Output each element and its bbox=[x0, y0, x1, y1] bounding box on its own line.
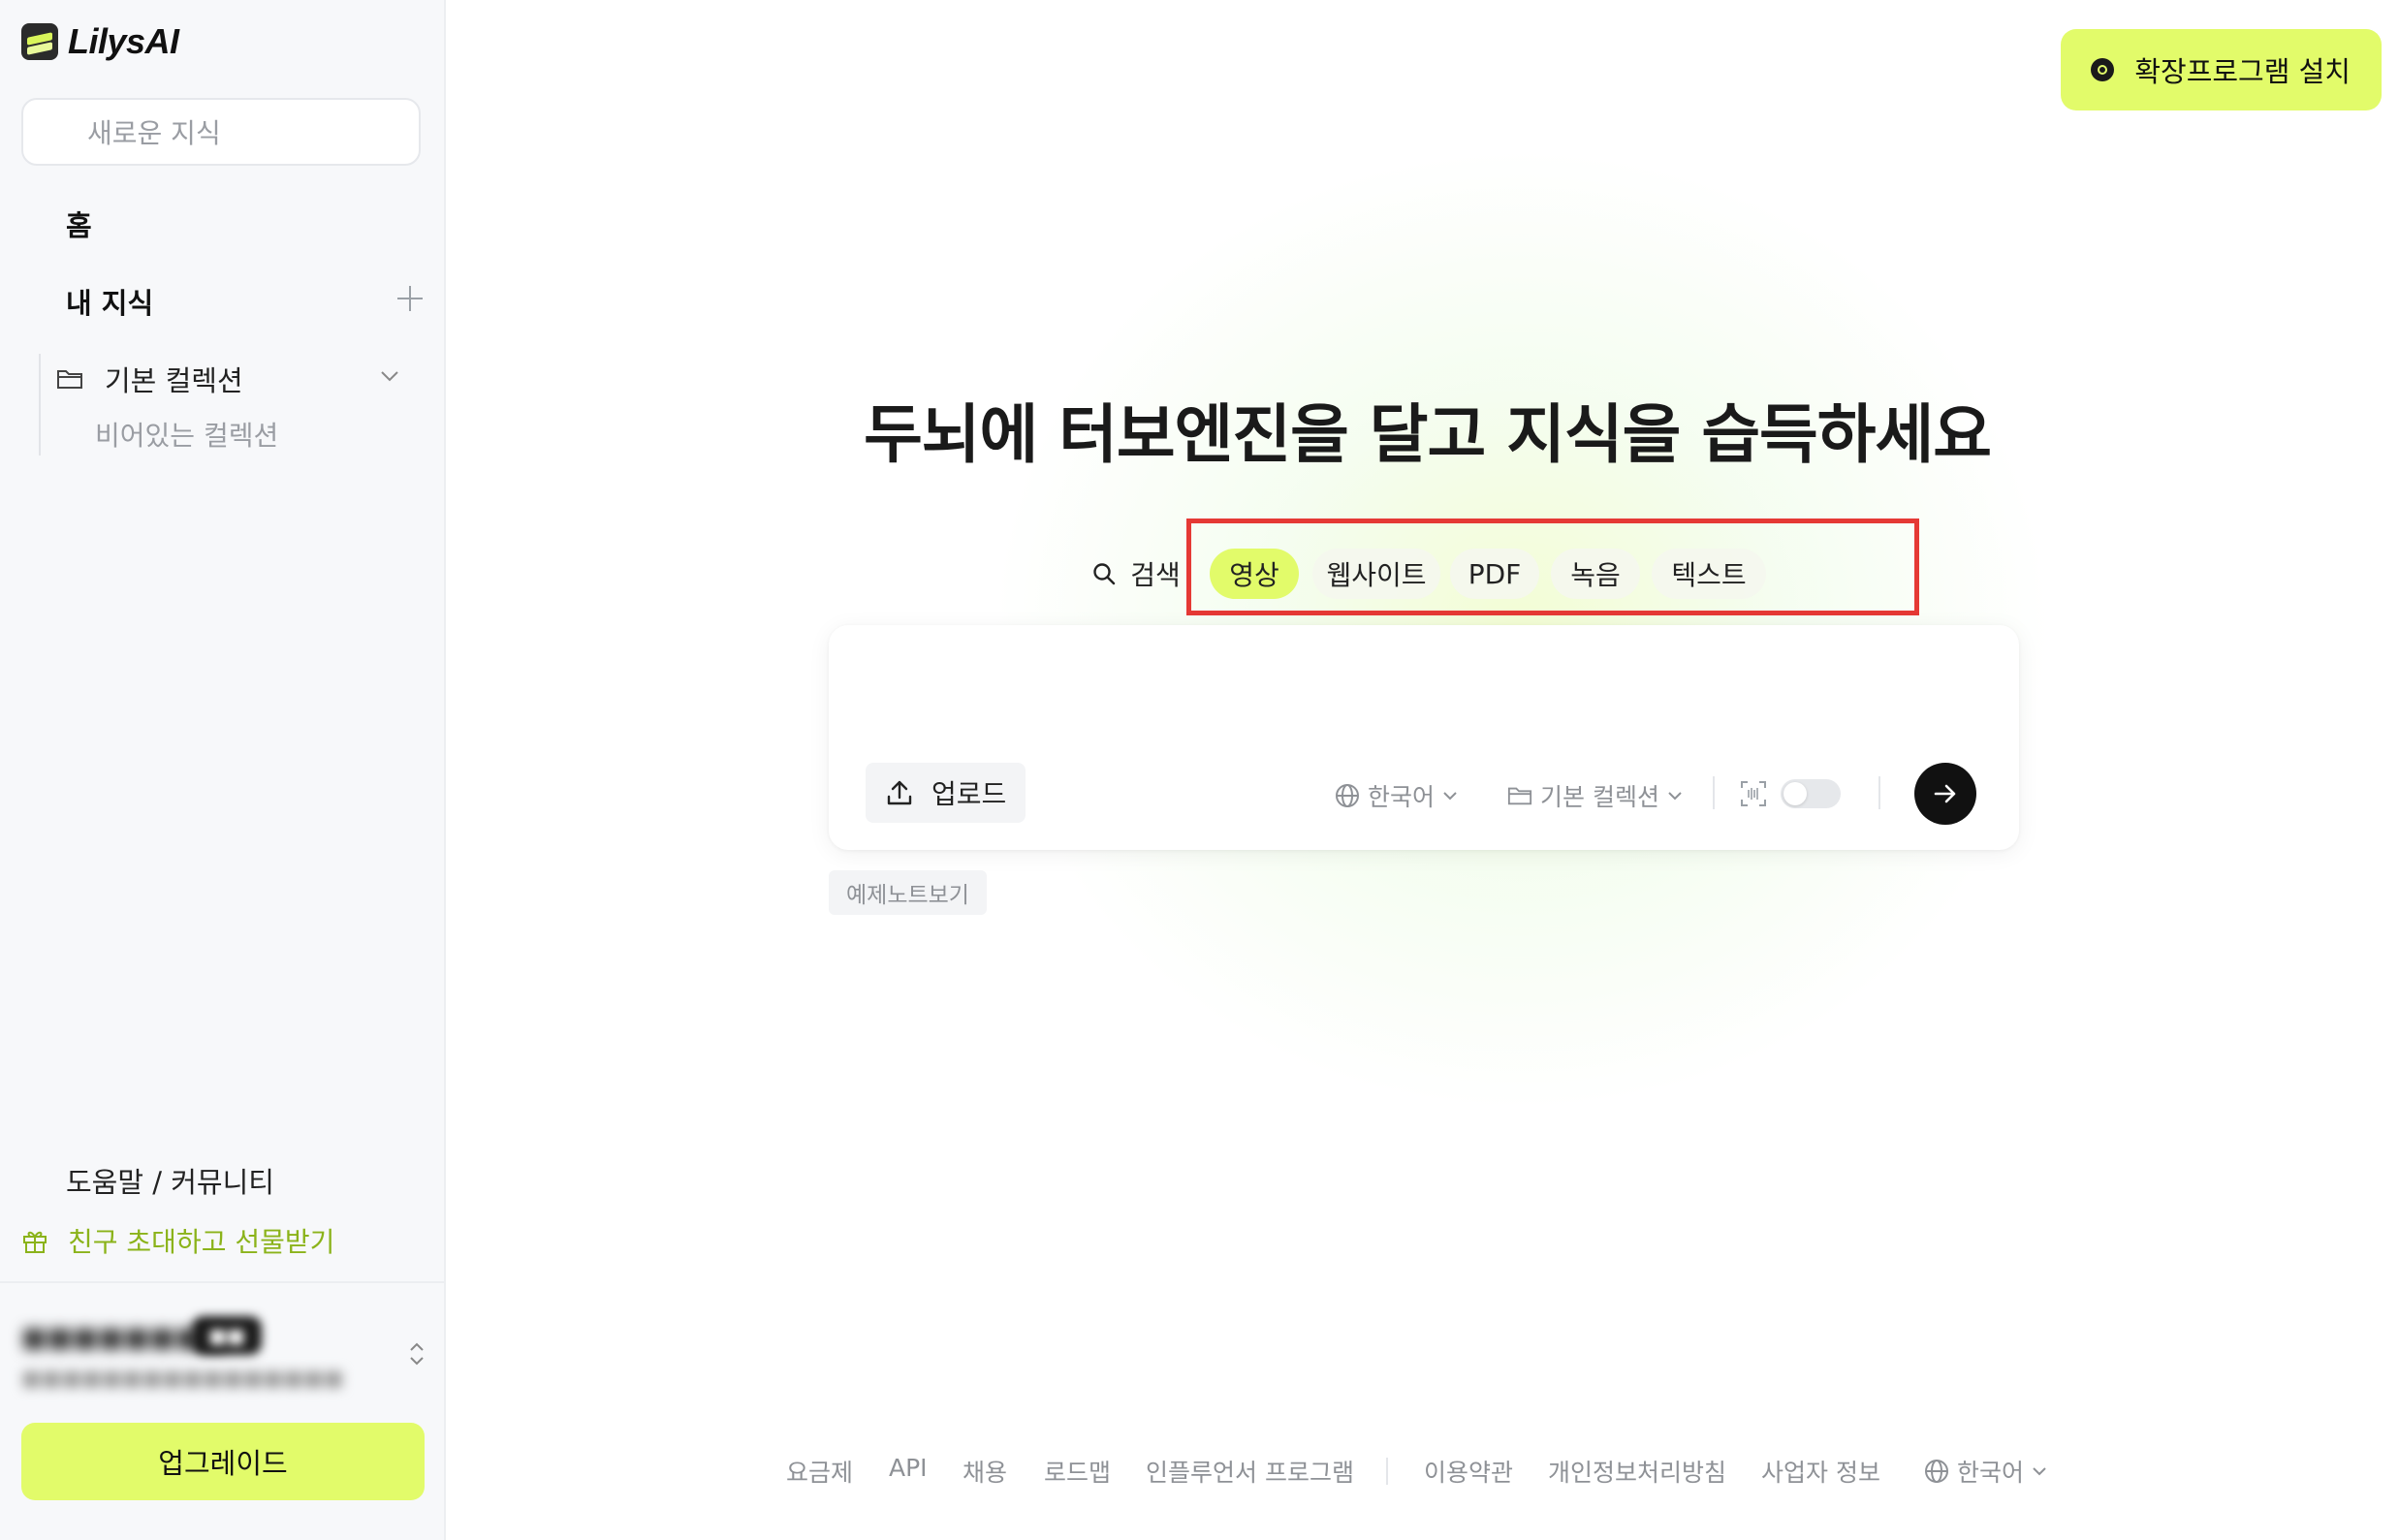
install-extension-label: 확장프로그램 설치 bbox=[2134, 55, 2351, 88]
language-label: 한국어 bbox=[1368, 783, 1436, 811]
folder-icon bbox=[1507, 787, 1532, 805]
footer-influencer-link[interactable]: 인플루언서 프로그램 bbox=[1146, 1454, 1354, 1489]
language-select[interactable]: 한국어 bbox=[1335, 778, 1458, 813]
footer-separator bbox=[1386, 1458, 1388, 1485]
search-icon bbox=[1093, 563, 1116, 585]
logo-icon bbox=[21, 23, 58, 60]
chevron-down-icon bbox=[1443, 792, 1457, 801]
help-community-link[interactable]: 도움말 / 커뮤니티 bbox=[66, 1160, 274, 1201]
new-knowledge-input[interactable]: 새로운 지식 bbox=[21, 98, 421, 166]
separator bbox=[1878, 776, 1880, 809]
sidebar-item-home[interactable]: 홈 bbox=[66, 204, 92, 244]
upload-label: 업로드 bbox=[931, 778, 1007, 810]
upgrade-button[interactable]: 업그레이드 bbox=[21, 1423, 425, 1500]
sidebar-item-my-knowledge[interactable]: 내 지식 bbox=[66, 281, 153, 322]
chevron-down-icon[interactable] bbox=[380, 366, 399, 386]
hero-title: 두뇌에 터보엔진을 달고 지식을 습득하세요 bbox=[864, 397, 1992, 472]
globe-icon bbox=[1925, 1460, 1948, 1483]
globe-icon bbox=[1336, 784, 1359, 807]
footer-terms-link[interactable]: 이용약관 bbox=[1424, 1454, 1513, 1489]
footer-language-label: 한국어 bbox=[1957, 1459, 2025, 1487]
install-extension-button[interactable]: 확장프로그램 설치 bbox=[2061, 29, 2382, 110]
new-knowledge-placeholder: 새로운 지식 bbox=[87, 117, 221, 149]
toggle-knob bbox=[1783, 782, 1807, 805]
collection-select[interactable]: 기본 컬렉션 bbox=[1507, 778, 1683, 813]
main-content: 확장프로그램 설치 두뇌에 터보엔진을 달고 지식을 습득하세요 검색 영상 웹… bbox=[446, 0, 2399, 1540]
empty-collection-label: 비어있는 컬렉션 bbox=[95, 420, 279, 452]
sidebar-item-collection[interactable]: 기본 컬렉션 bbox=[56, 359, 243, 399]
tab-search-label: 검색 bbox=[1130, 559, 1181, 591]
footer: 요금제 API 채용 로드맵 인플루언서 프로그램 이용약관 개인정보처리방침 … bbox=[446, 1450, 2399, 1493]
gift-icon bbox=[23, 1231, 47, 1253]
logo-text: LilysAI bbox=[68, 21, 179, 61]
chevron-down-icon bbox=[1668, 792, 1682, 801]
footer-pricing-link[interactable]: 요금제 bbox=[786, 1454, 853, 1489]
arrow-right-icon bbox=[1934, 784, 1956, 803]
sidebar-divider bbox=[0, 1281, 444, 1283]
footer-careers-link[interactable]: 채용 bbox=[963, 1454, 1007, 1489]
footer-roadmap-link[interactable]: 로드맵 bbox=[1044, 1454, 1111, 1489]
collection-label: 기본 컬렉션 bbox=[1540, 783, 1659, 811]
example-note-button[interactable]: 예제노트보기 bbox=[829, 870, 987, 915]
footer-api-link[interactable]: API bbox=[889, 1454, 928, 1482]
separator bbox=[1713, 776, 1715, 809]
invite-friends-link[interactable]: 친구 초대하고 선물받기 bbox=[21, 1221, 334, 1260]
collection-name: 기본 컬렉션 bbox=[105, 364, 243, 397]
chevron-down-icon bbox=[2033, 1467, 2046, 1476]
footer-privacy-link[interactable]: 개인정보처리방침 bbox=[1548, 1454, 1726, 1489]
scan-icon[interactable] bbox=[1740, 780, 1767, 807]
user-plan-badge: ■■ bbox=[192, 1316, 262, 1355]
plus-icon[interactable] bbox=[397, 286, 423, 311]
tabs-highlight-box bbox=[1186, 519, 1919, 615]
submit-button[interactable] bbox=[1914, 763, 1976, 825]
toggle-switch[interactable] bbox=[1781, 779, 1841, 808]
invite-label: 친구 초대하고 선물받기 bbox=[68, 1226, 335, 1258]
input-card[interactable]: 업로드 한국어 기본 컬렉션 bbox=[829, 625, 2019, 850]
footer-business-info-link[interactable]: 사업자 정보 bbox=[1761, 1454, 1880, 1489]
footer-language-select[interactable]: 한국어 bbox=[1924, 1454, 2047, 1489]
user-email-blurred: ■■■■■■■■■■■■■■■■ bbox=[21, 1367, 344, 1391]
tab-search[interactable]: 검색 bbox=[1078, 549, 1194, 599]
upload-button[interactable]: 업로드 bbox=[866, 763, 1026, 823]
folder-icon bbox=[57, 370, 82, 389]
upload-icon bbox=[887, 780, 912, 805]
logo[interactable]: LilysAI bbox=[21, 21, 179, 62]
updown-icon[interactable] bbox=[407, 1339, 426, 1368]
tree-line bbox=[39, 354, 41, 456]
chrome-icon bbox=[2091, 58, 2115, 81]
sidebar: LilysAI 새로운 지식 홈 내 지식 기본 컬렉션 비어있는 컬렉션 도움… bbox=[0, 0, 446, 1540]
